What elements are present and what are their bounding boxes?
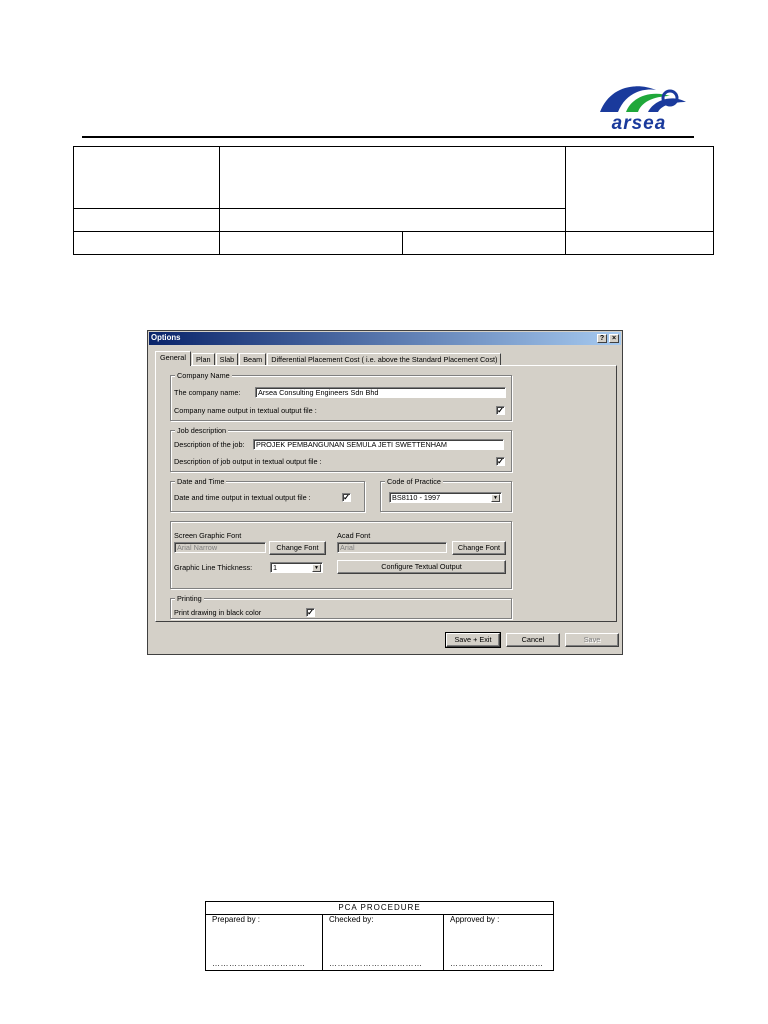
job-output-checkbox[interactable]: ✓ xyxy=(496,457,505,466)
save-exit-button[interactable]: Save + Exit xyxy=(445,632,501,648)
general-tab-panel: Company Name The company name: Arsea Con… xyxy=(155,365,617,622)
dialog-titlebar[interactable]: Options ? × xyxy=(149,332,621,345)
line-thickness-select[interactable]: 1 ▼ xyxy=(270,562,323,573)
fonts-group: Screen Graphic Font Arial Narrow Change … xyxy=(170,521,512,589)
company-name-label: The company name: xyxy=(174,388,241,397)
header-cell xyxy=(565,231,714,255)
prepared-by-label: Prepared by : xyxy=(212,915,261,924)
job-output-label: Description of job output in textual out… xyxy=(174,457,322,466)
prepared-by-cell: Prepared by : …………………………… xyxy=(205,914,323,971)
company-name-legend: Company Name xyxy=(175,371,232,380)
company-name-input[interactable]: Arsea Consulting Engineers Sdn Bhd xyxy=(255,387,506,398)
job-description-group: Job description Description of the job: … xyxy=(170,426,512,472)
code-of-practice-select[interactable]: BS8110 - 1997 ▼ xyxy=(389,492,502,503)
company-output-checkbox[interactable]: ✓ xyxy=(496,406,505,415)
header-cell xyxy=(402,231,566,255)
company-name-group: Company Name The company name: Arsea Con… xyxy=(170,371,512,421)
header-cell xyxy=(73,146,220,209)
print-black-label: Print drawing in black color xyxy=(174,608,262,617)
save-button: Save xyxy=(565,633,619,647)
print-black-checkbox[interactable]: ✓ xyxy=(306,608,315,617)
acad-font-field: Arial xyxy=(337,542,447,553)
approved-by-cell: Approved by : …………………………… xyxy=(443,914,554,971)
configure-textual-output-button[interactable]: Configure Textual Output xyxy=(337,560,506,574)
acad-change-font-button[interactable]: Change Font xyxy=(452,541,506,555)
chevron-down-icon[interactable]: ▼ xyxy=(491,494,500,502)
prepared-by-signature-line: …………………………… xyxy=(212,959,306,968)
approved-by-label: Approved by : xyxy=(450,915,500,924)
checked-by-signature-line: …………………………… xyxy=(329,959,423,968)
logo-text: arsea xyxy=(611,113,667,134)
checked-by-label: Checked by: xyxy=(329,915,374,924)
code-of-practice-legend: Code of Practice xyxy=(385,477,443,486)
pca-procedure-table: PCA PROCEDURE Prepared by : …………………………… … xyxy=(205,901,554,971)
header-cell xyxy=(565,146,714,232)
line-thickness-label: Graphic Line Thickness: xyxy=(174,563,253,572)
pca-procedure-title: PCA PROCEDURE xyxy=(205,901,554,915)
date-time-group: Date and Time Date and time output in te… xyxy=(170,477,365,512)
printing-group: Printing Print drawing in black color ✓ xyxy=(170,594,512,619)
job-description-legend: Job description xyxy=(175,426,229,435)
checked-by-cell: Checked by: …………………………… xyxy=(322,914,444,971)
code-of-practice-value: BS8110 - 1997 xyxy=(392,493,441,502)
job-description-label: Description of the job: xyxy=(174,440,245,449)
company-output-label: Company name output in textual output fi… xyxy=(174,406,317,415)
date-time-output-checkbox[interactable]: ✓ xyxy=(342,493,351,502)
header-rule xyxy=(82,136,694,138)
screen-font-field: Arial Narrow xyxy=(174,542,266,553)
document-header-table xyxy=(73,146,714,255)
tab-strip: General Plan Slab Beam Differential Plac… xyxy=(155,351,502,366)
dialog-title: Options xyxy=(151,333,181,342)
screen-change-font-button[interactable]: Change Font xyxy=(269,541,326,555)
header-cell xyxy=(219,231,403,255)
logo-wave-icon xyxy=(600,86,686,112)
acad-font-label: Acad Font xyxy=(337,531,371,540)
help-button[interactable]: ? xyxy=(597,334,607,343)
date-time-output-label: Date and time output in textual output f… xyxy=(174,493,311,502)
screen-font-label: Screen Graphic Font xyxy=(174,531,242,540)
header-cell xyxy=(73,208,220,232)
arsea-logo: arsea xyxy=(596,82,692,134)
header-cell xyxy=(219,146,566,209)
chevron-down-icon[interactable]: ▼ xyxy=(312,564,321,572)
code-of-practice-group: Code of Practice BS8110 - 1997 ▼ xyxy=(380,477,512,512)
close-button[interactable]: × xyxy=(609,334,619,343)
header-cell xyxy=(73,231,220,255)
header-cell xyxy=(219,208,566,232)
tab-general[interactable]: General xyxy=(155,351,191,366)
job-description-input[interactable]: PROJEK PEMBANGUNAN SEMULA JETI SWETTENHA… xyxy=(253,439,504,450)
approved-by-signature-line: …………………………… xyxy=(450,959,544,968)
line-thickness-value: 1 xyxy=(273,563,278,572)
date-time-legend: Date and Time xyxy=(175,477,227,486)
cancel-button[interactable]: Cancel xyxy=(506,633,560,647)
options-dialog: Options ? × General Plan Slab Beam Diffe… xyxy=(147,330,623,655)
printing-legend: Printing xyxy=(175,594,204,603)
